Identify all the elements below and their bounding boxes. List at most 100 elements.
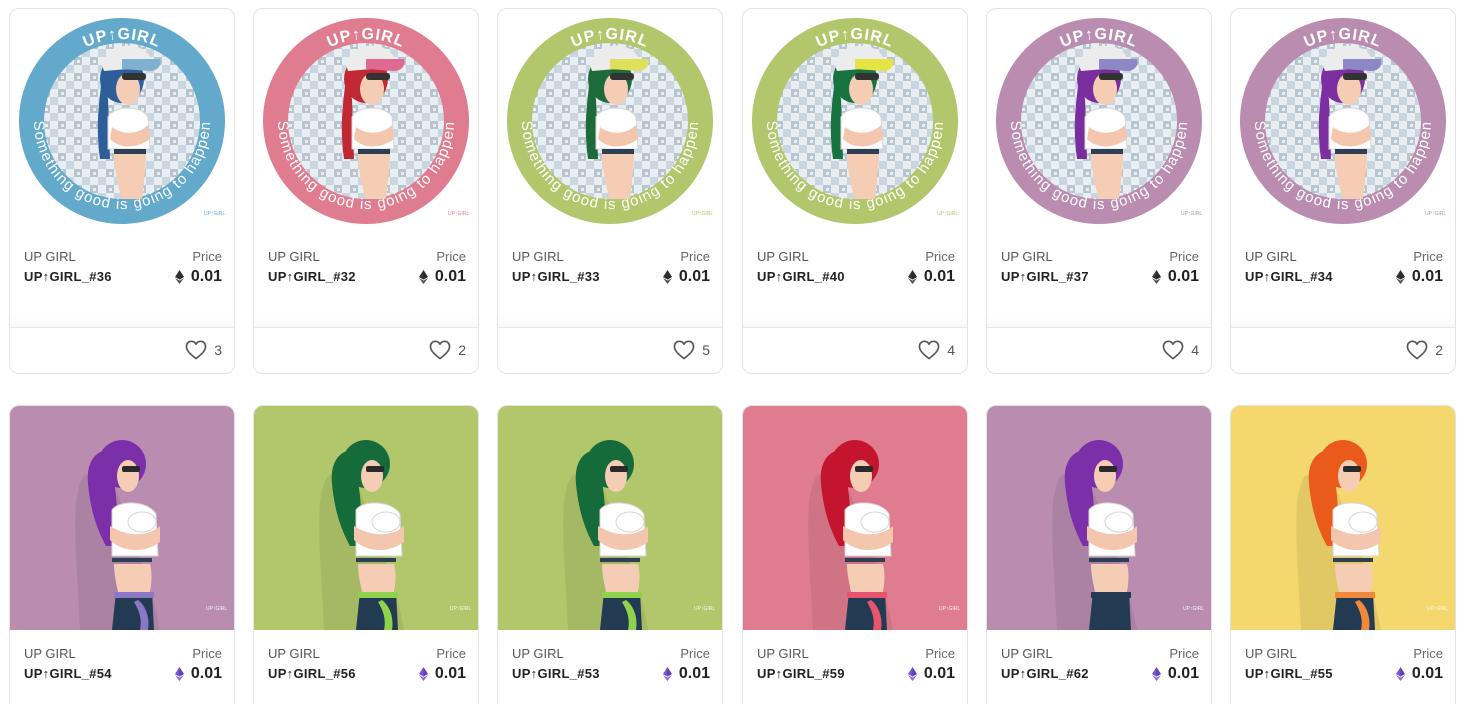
- like-button[interactable]: 4: [1162, 340, 1199, 360]
- ethereum-icon: [174, 270, 184, 284]
- nft-item-name[interactable]: UP↑GIRL_#33: [512, 269, 600, 284]
- nft-card[interactable]: UP↑GIRL Something good is going to happe…: [742, 8, 968, 374]
- collection-name[interactable]: UP GIRL: [512, 646, 564, 661]
- svg-text:UP↑GIRL: UP↑GIRL: [694, 606, 715, 612]
- collection-name[interactable]: UP GIRL: [1001, 646, 1053, 661]
- like-count: 2: [1435, 342, 1443, 358]
- nft-card[interactable]: UP↑GIRL Something good is going to happe…: [9, 8, 235, 374]
- nft-card[interactable]: UP↑GIRL Something good is going to happe…: [253, 8, 479, 374]
- svg-text:UP↑GIRL: UP↑GIRL: [450, 606, 471, 612]
- collection-name[interactable]: UP GIRL: [24, 646, 76, 661]
- nft-image[interactable]: UP↑GIRL Something good is going to happe…: [743, 9, 967, 233]
- nft-card[interactable]: UP↑GIRL UP GIRL UP↑GIRL_#59 Price 0.01: [742, 405, 968, 704]
- ethereum-icon: [418, 270, 428, 284]
- heart-icon[interactable]: [429, 340, 451, 360]
- collection-name[interactable]: UP GIRL: [268, 249, 320, 264]
- price-value: 0.01: [1411, 268, 1443, 285]
- nft-card[interactable]: UP↑GIRL Something good is going to happe…: [1230, 8, 1456, 374]
- price-label: Price: [925, 646, 955, 661]
- like-button[interactable]: 5: [673, 340, 710, 360]
- price-label: Price: [192, 646, 222, 661]
- price-value: 0.01: [923, 665, 955, 682]
- ethereum-icon: [662, 270, 672, 284]
- price-value: 0.01: [190, 665, 222, 682]
- like-button[interactable]: 4: [918, 340, 955, 360]
- like-count: 5: [702, 342, 710, 358]
- nft-image[interactable]: UP↑GIRL Something good is going to happe…: [1231, 9, 1455, 233]
- nft-image[interactable]: UP↑GIRL: [743, 406, 967, 630]
- collection-name[interactable]: UP GIRL: [24, 249, 76, 264]
- nft-item-name[interactable]: UP↑GIRL_#32: [268, 269, 356, 284]
- svg-text:UP↑GIRL: UP↑GIRL: [937, 211, 958, 217]
- price-value-row: 0.01: [907, 665, 955, 683]
- nft-image[interactable]: UP↑GIRL Something good is going to happe…: [498, 9, 722, 233]
- price-value-row: 0.01: [418, 665, 466, 683]
- nft-image[interactable]: UP↑GIRL Something good is going to happe…: [254, 9, 478, 233]
- nft-item-name[interactable]: UP↑GIRL_#62: [1001, 666, 1089, 681]
- nft-image[interactable]: UP↑GIRL: [254, 406, 478, 630]
- heart-icon[interactable]: [673, 340, 695, 360]
- price-value-row: 0.01: [418, 268, 466, 286]
- nft-image[interactable]: UP↑GIRL: [10, 406, 234, 630]
- collection-name[interactable]: UP GIRL: [757, 646, 809, 661]
- nft-item-name[interactable]: UP↑GIRL_#59: [757, 666, 845, 681]
- collection-name[interactable]: UP GIRL: [1001, 249, 1053, 264]
- collection-name[interactable]: UP GIRL: [268, 646, 320, 661]
- heart-icon[interactable]: [1162, 340, 1184, 360]
- price-value: 0.01: [678, 268, 710, 285]
- price-value: 0.01: [434, 268, 466, 285]
- nft-image[interactable]: UP↑GIRL: [987, 406, 1211, 630]
- price-value-row: 0.01: [174, 268, 222, 286]
- price-value-row: 0.01: [1395, 268, 1443, 286]
- svg-text:UP↑GIRL: UP↑GIRL: [206, 606, 227, 612]
- nft-image[interactable]: UP↑GIRL: [498, 406, 722, 630]
- nft-item-name[interactable]: UP↑GIRL_#54: [24, 666, 112, 681]
- price-value-row: 0.01: [1151, 268, 1199, 286]
- nft-card[interactable]: UP↑GIRL UP GIRL UP↑GIRL_#62 Price 0.01: [986, 405, 1212, 704]
- like-count: 2: [458, 342, 466, 358]
- ethereum-icon: [662, 667, 672, 681]
- like-button[interactable]: 2: [429, 340, 466, 360]
- nft-item-name[interactable]: UP↑GIRL_#40: [757, 269, 845, 284]
- nft-card[interactable]: UP↑GIRL UP GIRL UP↑GIRL_#55 Price 0.01: [1230, 405, 1456, 704]
- heart-icon[interactable]: [185, 340, 207, 360]
- nft-card[interactable]: UP↑GIRL Something good is going to happe…: [497, 8, 723, 374]
- price-label: Price: [925, 249, 955, 264]
- nft-item-name[interactable]: UP↑GIRL_#55: [1245, 666, 1333, 681]
- nft-card[interactable]: UP↑GIRL UP GIRL UP↑GIRL_#53 Price 0.01: [497, 405, 723, 704]
- nft-item-name[interactable]: UP↑GIRL_#37: [1001, 269, 1089, 284]
- price-value-row: 0.01: [662, 665, 710, 683]
- collection-name[interactable]: UP GIRL: [512, 249, 564, 264]
- collection-name[interactable]: UP GIRL: [757, 249, 809, 264]
- nft-image[interactable]: UP↑GIRL Something good is going to happe…: [10, 9, 234, 233]
- nft-image[interactable]: UP↑GIRL Something good is going to happe…: [987, 9, 1211, 233]
- collection-name[interactable]: UP GIRL: [1245, 646, 1297, 661]
- card-footer: 2: [254, 316, 478, 373]
- nft-item-name[interactable]: UP↑GIRL_#53: [512, 666, 600, 681]
- like-button[interactable]: 2: [1406, 340, 1443, 360]
- nft-card[interactable]: UP↑GIRL UP GIRL UP↑GIRL_#54 Price 0.01: [9, 405, 235, 704]
- nft-item-name[interactable]: UP↑GIRL_#56: [268, 666, 356, 681]
- nft-card[interactable]: UP↑GIRL UP GIRL UP↑GIRL_#56 Price 0.01: [253, 405, 479, 704]
- price-label: Price: [1413, 249, 1443, 264]
- price-value-row: 0.01: [1395, 665, 1443, 683]
- card-footer: 4: [987, 316, 1211, 373]
- svg-text:UP↑GIRL: UP↑GIRL: [939, 606, 960, 612]
- heart-icon[interactable]: [1406, 340, 1428, 360]
- nft-item-name[interactable]: UP↑GIRL_#34: [1245, 269, 1333, 284]
- heart-icon[interactable]: [918, 340, 940, 360]
- collection-name[interactable]: UP GIRL: [1245, 249, 1297, 264]
- price-label: Price: [1413, 646, 1443, 661]
- like-count: 4: [1191, 342, 1199, 358]
- card-footer: 2: [1231, 316, 1455, 373]
- nft-card[interactable]: UP↑GIRL Something good is going to happe…: [986, 8, 1212, 374]
- svg-text:UP↑GIRL: UP↑GIRL: [1425, 211, 1446, 217]
- like-button[interactable]: 3: [185, 340, 222, 360]
- price-label: Price: [680, 646, 710, 661]
- like-count: 4: [947, 342, 955, 358]
- ethereum-icon: [907, 667, 917, 681]
- nft-image[interactable]: UP↑GIRL: [1231, 406, 1455, 630]
- price-value: 0.01: [1411, 665, 1443, 682]
- nft-item-name[interactable]: UP↑GIRL_#36: [24, 269, 112, 284]
- svg-text:UP↑GIRL: UP↑GIRL: [204, 211, 225, 217]
